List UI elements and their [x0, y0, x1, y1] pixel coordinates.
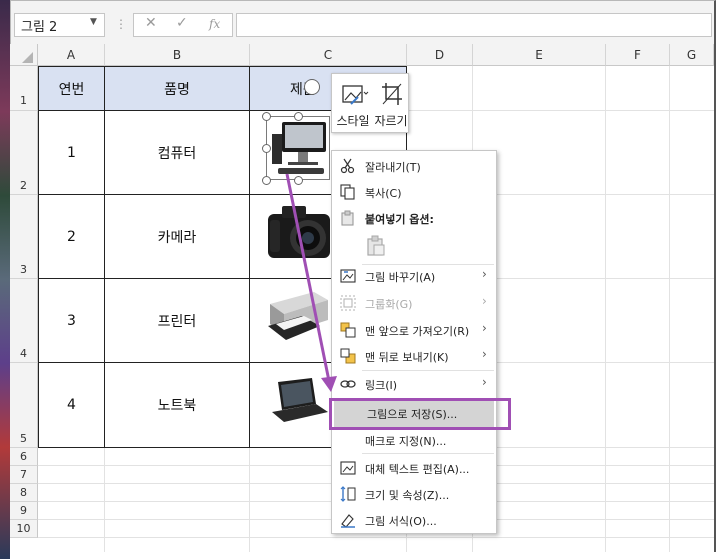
- submenu-arrow-icon: ›: [482, 267, 487, 281]
- resize-handle[interactable]: [262, 176, 271, 185]
- insert-function-icon[interactable]: fx: [209, 17, 220, 31]
- crop-button[interactable]: 자르기: [372, 74, 410, 132]
- crop-label: 자르기: [374, 114, 408, 128]
- crop-icon: [382, 83, 402, 105]
- row-header-8[interactable]: 8: [10, 484, 38, 502]
- gridline: [249, 448, 250, 552]
- menu-item-format-picture[interactable]: 그림 서식(O)...: [332, 507, 496, 533]
- menu-item-assign-macro[interactable]: 매크로 지정(N)...: [332, 427, 496, 453]
- table-cell-no[interactable]: 3: [39, 279, 105, 363]
- picture-style-icon: [342, 85, 369, 105]
- row-header-10[interactable]: 10: [10, 520, 38, 538]
- cancel-icon[interactable]: ✕: [145, 15, 157, 31]
- table-cell-name[interactable]: 컴퓨터: [105, 111, 250, 195]
- formula-input[interactable]: [236, 13, 712, 37]
- send-to-back-icon: [340, 348, 356, 364]
- menu-separator: [362, 453, 494, 454]
- highlight-callout: [329, 398, 511, 430]
- chevron-down-icon[interactable]: ▼: [90, 17, 97, 27]
- alt-text-icon: [340, 461, 356, 475]
- row-header-3[interactable]: 3: [10, 195, 38, 279]
- scissors-icon: [340, 158, 355, 174]
- select-all-triangle-icon: [22, 52, 33, 63]
- column-header-b[interactable]: B: [105, 44, 250, 66]
- row-header-5[interactable]: 5: [10, 363, 38, 448]
- submenu-arrow-icon: ›: [482, 294, 487, 308]
- gridline: [104, 448, 105, 552]
- table-cell-name[interactable]: 프린터: [105, 279, 250, 363]
- context-menu: 잘라내기(T) 복사(C) 붙여넣기 옵션: 그림 바꾸기(A) › 그룹화(G…: [331, 150, 497, 534]
- menu-item-link[interactable]: 링크(I) ›: [332, 371, 496, 397]
- menu-item-bring-to-front[interactable]: 맨 앞으로 가져오기(R) ›: [332, 317, 496, 343]
- desktop-background: [0, 0, 10, 559]
- table-cell-no[interactable]: 1: [39, 111, 105, 195]
- column-header-g[interactable]: G: [670, 44, 714, 66]
- column-header-c[interactable]: C: [250, 44, 407, 66]
- gridline: [38, 537, 714, 538]
- column-header-e[interactable]: E: [473, 44, 606, 66]
- gridline: [669, 66, 670, 552]
- row-header-2[interactable]: 2: [10, 111, 38, 195]
- column-header-f[interactable]: F: [606, 44, 670, 66]
- group-icon: [340, 295, 356, 311]
- link-icon: [340, 380, 356, 388]
- picture-selection-frame[interactable]: [266, 116, 330, 180]
- menu-item-copy[interactable]: 복사(C): [332, 179, 496, 205]
- printer-image[interactable]: [262, 286, 332, 348]
- paste-icon: [341, 210, 354, 226]
- submenu-arrow-icon: ›: [482, 347, 487, 361]
- resize-handle[interactable]: [262, 144, 271, 153]
- table-cell-no[interactable]: 4: [39, 363, 105, 448]
- menu-item-size-properties[interactable]: 크기 및 속성(Z)...: [332, 481, 496, 507]
- gridline: [605, 66, 606, 552]
- row-header-7[interactable]: 7: [10, 466, 38, 484]
- row-header-9[interactable]: 9: [10, 502, 38, 520]
- style-button[interactable]: 스타일: [334, 74, 372, 132]
- rotate-handle-icon[interactable]: [304, 79, 320, 95]
- submenu-arrow-icon: ›: [482, 321, 487, 335]
- table-cell-name[interactable]: 카메라: [105, 195, 250, 279]
- resize-handle[interactable]: [262, 112, 271, 121]
- copy-icon: [340, 184, 355, 200]
- name-box-value: 그림 2: [21, 20, 58, 35]
- more-dots-icon[interactable]: ⋮: [115, 17, 127, 31]
- row-header-4[interactable]: 4: [10, 279, 38, 363]
- menu-item-cut[interactable]: 잘라내기(T): [332, 153, 496, 179]
- laptop-image[interactable]: [268, 376, 330, 426]
- row-header-6[interactable]: 6: [10, 448, 38, 466]
- bring-to-front-icon: [340, 322, 356, 338]
- column-header-d[interactable]: D: [407, 44, 473, 66]
- resize-handle[interactable]: [294, 176, 303, 185]
- paste-picture-icon[interactable]: [366, 235, 386, 257]
- enter-icon[interactable]: ✓: [176, 15, 188, 31]
- menu-item-paste-options: 붙여넣기 옵션:: [332, 205, 496, 231]
- column-header-a[interactable]: A: [38, 44, 105, 66]
- format-picture-icon: [341, 514, 355, 528]
- mini-toolbar: 스타일 자르기: [331, 73, 409, 133]
- size-properties-icon: [340, 486, 356, 502]
- header-cell-name[interactable]: 품명: [105, 67, 250, 111]
- table-cell-no[interactable]: 2: [39, 195, 105, 279]
- row-header-1[interactable]: 1: [10, 66, 38, 111]
- submenu-arrow-icon: ›: [482, 375, 487, 389]
- header-cell-no[interactable]: 연번: [39, 67, 105, 111]
- menu-item-change-picture[interactable]: 그림 바꾸기(A) ›: [332, 263, 496, 289]
- change-picture-icon: [340, 269, 356, 283]
- menu-item-edit-alt-text[interactable]: 대체 텍스트 편집(A)...: [332, 455, 496, 481]
- camera-image[interactable]: [264, 200, 334, 266]
- table-cell-name[interactable]: 노트북: [105, 363, 250, 448]
- menu-item-send-to-back[interactable]: 맨 뒤로 보내기(K) ›: [332, 343, 496, 369]
- resize-handle[interactable]: [294, 112, 303, 121]
- style-label: 스타일: [336, 114, 370, 128]
- menu-item-group[interactable]: 그룹화(G) ›: [332, 290, 496, 316]
